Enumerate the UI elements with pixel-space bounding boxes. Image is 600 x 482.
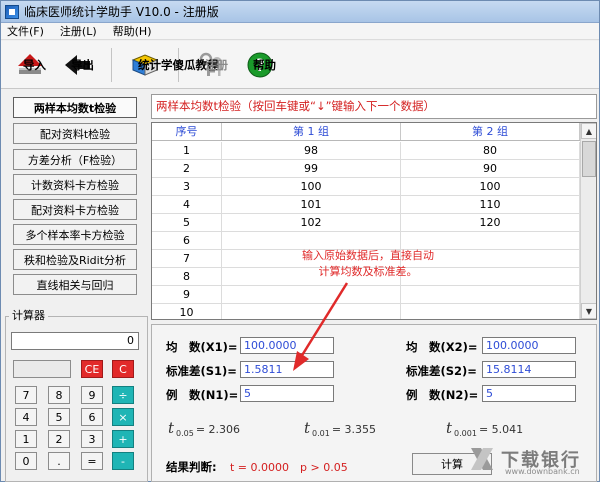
watermark-url: www.downbank.cn <box>505 467 580 476</box>
app-window: 临床医师统计学助手 V10.0 - 注册版 文件(F) 注册(L) 帮助(H) … <box>0 0 600 482</box>
watermark: 下载银行 www.downbank.cn <box>469 437 599 481</box>
annotation-arrow-icon <box>293 282 349 371</box>
watermark-logo-icon <box>471 448 493 470</box>
